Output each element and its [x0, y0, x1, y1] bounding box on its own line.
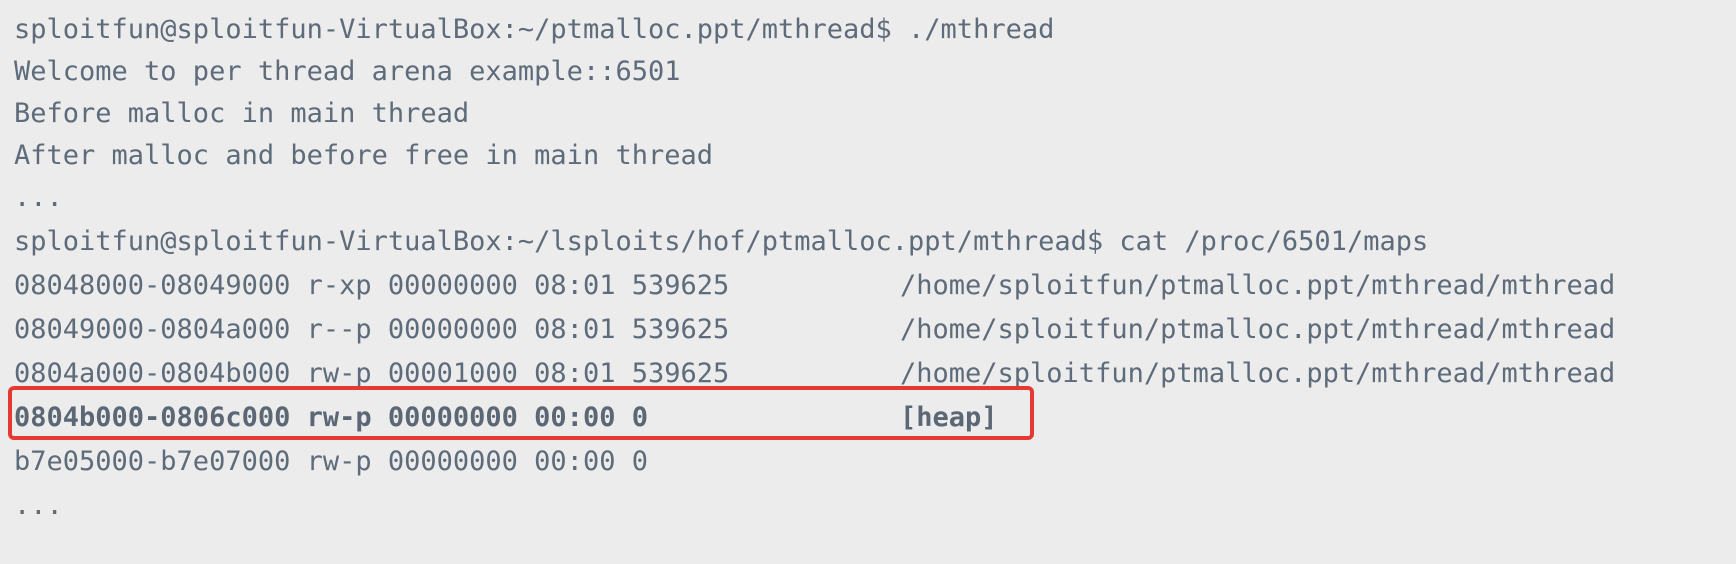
terminal-line-ellipsis: ... [14, 182, 63, 213]
terminal-line-cat-maps: sploitfun@sploitfun-VirtualBox:~/lsploit… [14, 226, 1429, 257]
maps-row-entry: 08049000-0804a000 r--p 00000000 08:01 53… [14, 314, 730, 345]
terminal-line-trailing-ellipsis: ... [14, 490, 63, 521]
maps-row-entry: b7e05000-b7e07000 rw-p 00000000 00:00 0 [14, 446, 648, 477]
maps-row-entry: 08048000-08049000 r-xp 00000000 08:01 53… [14, 270, 730, 301]
heap-highlight-box [8, 386, 1034, 440]
terminal-output[interactable]: sploitfun@sploitfun-VirtualBox:~/ptmallo… [0, 0, 1736, 564]
terminal-line-welcome: Welcome to per thread arena example::650… [14, 56, 681, 87]
maps-row-path: /home/sploitfun/ptmalloc.ppt/mthread/mth… [900, 314, 1616, 345]
terminal-line-after-malloc: After malloc and before free in main thr… [14, 140, 713, 171]
terminal-line-before-malloc: Before malloc in main thread [14, 98, 470, 129]
terminal-line-command-run: sploitfun@sploitfun-VirtualBox:~/ptmallo… [14, 14, 1055, 45]
maps-row-path: /home/sploitfun/ptmalloc.ppt/mthread/mth… [900, 270, 1616, 301]
